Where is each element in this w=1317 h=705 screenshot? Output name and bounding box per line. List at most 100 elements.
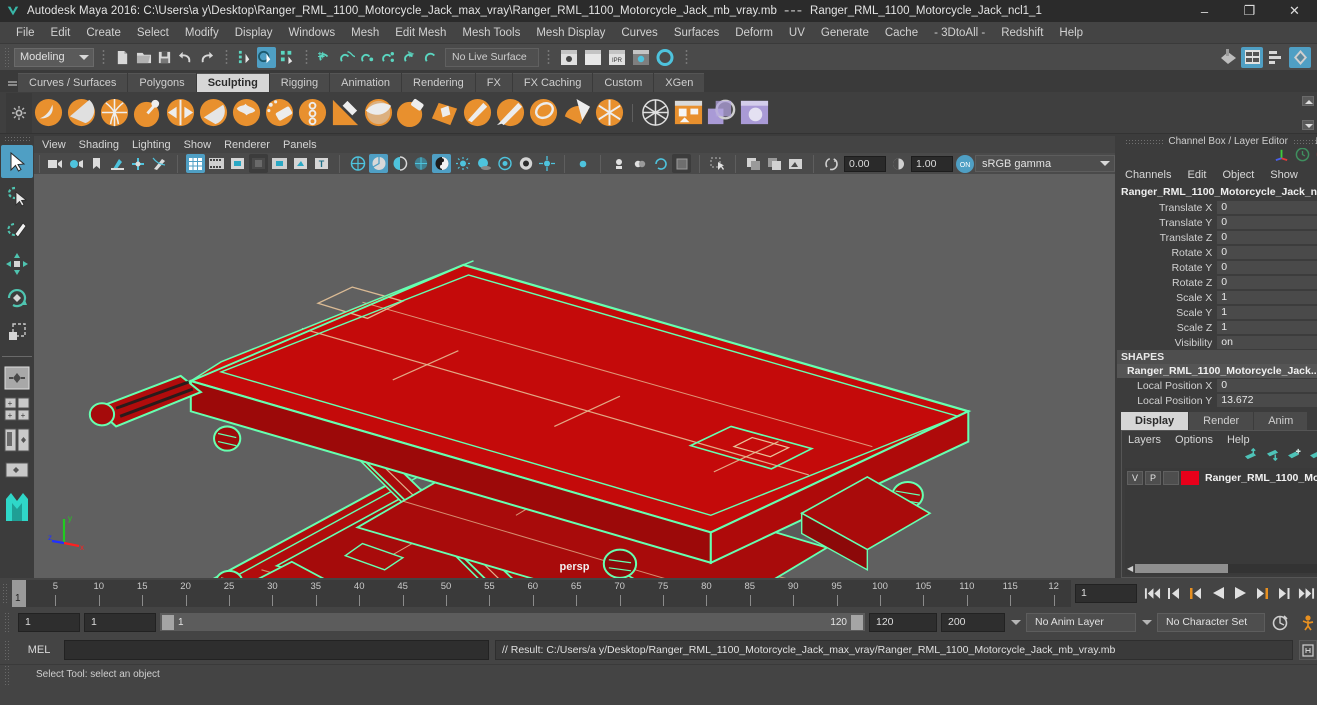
character-set-dropdown-arrow[interactable] bbox=[1140, 613, 1153, 631]
attr-value[interactable]: 0 bbox=[1217, 378, 1317, 393]
shadows-icon[interactable] bbox=[474, 154, 493, 173]
smear-tool-icon[interactable] bbox=[495, 97, 526, 128]
redo-icon[interactable] bbox=[197, 47, 216, 68]
menu-windows[interactable]: Windows bbox=[280, 25, 343, 41]
menu-create[interactable]: Create bbox=[78, 25, 129, 41]
render-current-frame-icon[interactable] bbox=[558, 47, 580, 68]
resolution-gate-icon[interactable] bbox=[228, 154, 247, 173]
channel-row-translate-x[interactable]: Translate X 0 bbox=[1117, 200, 1317, 215]
multisample-icon[interactable] bbox=[537, 154, 556, 173]
bookmark-icon[interactable] bbox=[87, 154, 106, 173]
menu-modify[interactable]: Modify bbox=[177, 25, 227, 41]
lasso-tool[interactable] bbox=[1, 179, 33, 212]
shelf-tab-fx[interactable]: FX bbox=[475, 73, 512, 92]
motion-blur-icon[interactable] bbox=[516, 154, 535, 173]
amplify-tool-icon[interactable] bbox=[561, 97, 592, 128]
viewport-menu-lighting[interactable]: Lighting bbox=[132, 139, 180, 151]
paint-select-tool[interactable] bbox=[1, 213, 33, 246]
shelf-tab-animation[interactable]: Animation bbox=[330, 73, 402, 92]
attr-value[interactable]: 1 bbox=[1217, 305, 1317, 320]
layer-list-horizontal-scrollbar[interactable]: ◀ ▶ bbox=[1127, 563, 1317, 573]
restore-button[interactable]: ❐ bbox=[1227, 0, 1272, 22]
menu-edit[interactable]: Edit bbox=[43, 25, 79, 41]
open-scene-icon[interactable] bbox=[134, 47, 153, 68]
xray-icon[interactable] bbox=[291, 154, 310, 173]
shelf-grip[interactable] bbox=[6, 72, 18, 92]
move-layer-up-icon[interactable] bbox=[1243, 447, 1258, 466]
toolbox-grip[interactable] bbox=[4, 136, 30, 143]
channel-row-translate-y[interactable]: Translate Y 0 bbox=[1117, 215, 1317, 230]
copy-view-icon[interactable] bbox=[765, 154, 784, 173]
scale-tool[interactable] bbox=[1, 315, 33, 348]
help-line-grip[interactable] bbox=[4, 664, 11, 685]
spray-tool-icon[interactable] bbox=[264, 97, 295, 128]
gamma-value-field[interactable]: 1.00 bbox=[911, 155, 953, 172]
rotate-tool[interactable] bbox=[1, 281, 33, 314]
sculpt-ui-icon[interactable] bbox=[739, 97, 770, 128]
anim-layer-dropdown-arrow[interactable] bbox=[1009, 613, 1022, 631]
select-component-icon[interactable] bbox=[278, 47, 297, 68]
new-scene-icon[interactable] bbox=[113, 47, 132, 68]
shelf-tab-rigging[interactable]: Rigging bbox=[269, 73, 330, 92]
gate-mask-icon[interactable] bbox=[249, 154, 268, 174]
go-to-start-icon[interactable] bbox=[1142, 583, 1162, 603]
sculpt-settings-icon[interactable] bbox=[673, 97, 704, 128]
menu-mesh-display[interactable]: Mesh Display bbox=[528, 25, 613, 41]
shade-selected-icon[interactable] bbox=[390, 154, 409, 173]
live-surface-field[interactable]: No Live Surface bbox=[445, 47, 539, 67]
layer-playback-toggle[interactable]: P bbox=[1145, 471, 1161, 485]
ipr-render-icon[interactable]: IPR bbox=[606, 47, 628, 68]
layer-tab-display[interactable]: Display bbox=[1121, 412, 1189, 430]
viewport-menu-view[interactable]: View bbox=[42, 139, 75, 151]
viewport-menu-shading[interactable]: Shading bbox=[79, 139, 128, 151]
repeat-tool-icon[interactable] bbox=[297, 97, 328, 128]
attr-value[interactable]: 0 bbox=[1217, 230, 1317, 245]
step-back-keyframe-icon[interactable] bbox=[1164, 583, 1184, 603]
attr-value[interactable]: on bbox=[1217, 335, 1317, 350]
range-slider[interactable]: 1 120 bbox=[160, 613, 865, 631]
menu-edit-mesh[interactable]: Edit Mesh bbox=[387, 25, 454, 41]
attr-value[interactable]: 1 bbox=[1217, 290, 1317, 305]
knife-tool-icon[interactable] bbox=[462, 97, 493, 128]
screen-space-ao-icon[interactable] bbox=[495, 154, 514, 173]
four-view-layout-icon[interactable]: + + + bbox=[0, 395, 34, 423]
close-button[interactable]: ✕ bbox=[1272, 0, 1317, 22]
attr-value[interactable]: 13.672 bbox=[1217, 393, 1317, 408]
time-slider-grip[interactable] bbox=[2, 583, 9, 603]
layer-color-swatch[interactable] bbox=[1181, 471, 1199, 485]
film-origin-icon[interactable] bbox=[270, 154, 289, 173]
snapshot-view-icon[interactable] bbox=[786, 154, 805, 173]
layer-shading-toggle[interactable] bbox=[1163, 471, 1179, 485]
move-layer-down-icon[interactable] bbox=[1265, 448, 1280, 466]
shelf-tab-curves-surfaces[interactable]: Curves / Surfaces bbox=[18, 73, 128, 92]
menu-generate[interactable]: Generate bbox=[813, 25, 877, 41]
animation-start-field[interactable]: 1 bbox=[18, 612, 80, 632]
menu-mesh-tools[interactable]: Mesh Tools bbox=[454, 25, 528, 41]
mel-command-input[interactable] bbox=[64, 640, 489, 660]
channel-row-rotate-y[interactable]: Rotate Y 0 bbox=[1117, 260, 1317, 275]
scroll-left-icon[interactable]: ◀ bbox=[1127, 564, 1133, 573]
select-tool[interactable] bbox=[1, 145, 33, 178]
fill-tool-icon[interactable] bbox=[429, 97, 460, 128]
menu-mesh[interactable]: Mesh bbox=[343, 25, 387, 41]
channel-row-local-position-y[interactable]: Local Position Y 13.672 bbox=[1117, 393, 1317, 408]
scrape-tool-icon[interactable] bbox=[396, 97, 427, 128]
menu-curves[interactable]: Curves bbox=[613, 25, 665, 41]
render-settings-icon[interactable] bbox=[630, 47, 652, 68]
menu-uv[interactable]: UV bbox=[781, 25, 813, 41]
layer-visibility-toggle[interactable]: V bbox=[1127, 471, 1143, 485]
isolate-select-icon[interactable] bbox=[573, 154, 592, 173]
shelf-scroll-down-icon[interactable] bbox=[1302, 120, 1314, 130]
channel-row-translate-z[interactable]: Translate Z 0 bbox=[1117, 230, 1317, 245]
range-end-field[interactable]: 120 bbox=[869, 612, 937, 632]
viewport-menu-renderer[interactable]: Renderer bbox=[224, 139, 279, 151]
layer-tab-render[interactable]: Render bbox=[1189, 412, 1254, 430]
attribute-editor-toggle-icon[interactable] bbox=[1265, 47, 1287, 68]
smooth-shade-all-icon[interactable] bbox=[369, 154, 388, 174]
minimize-button[interactable]: – bbox=[1182, 0, 1227, 22]
cb-menu-edit[interactable]: Edit bbox=[1187, 169, 1206, 181]
animation-preferences-icon[interactable] bbox=[1296, 612, 1316, 632]
layer-tab-anim[interactable]: Anim bbox=[1254, 412, 1308, 430]
viewport-menu-show[interactable]: Show bbox=[184, 139, 221, 151]
attr-value[interactable]: 0 bbox=[1217, 260, 1317, 275]
